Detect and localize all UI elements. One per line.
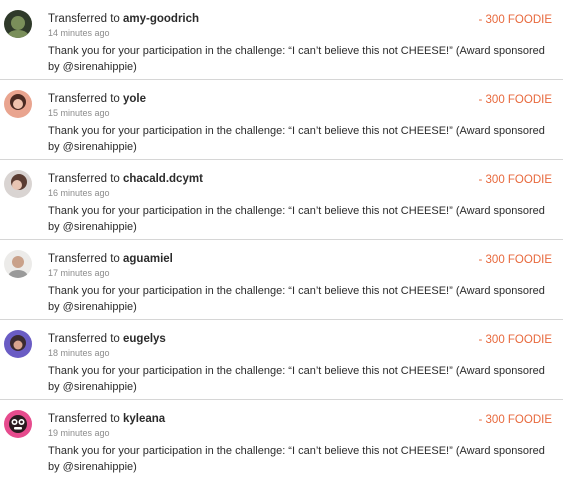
timestamp: 14 minutes ago	[48, 28, 110, 38]
avatar[interactable]	[4, 10, 32, 38]
transfer-list: Transferred to amy-goodrich 14 minutes a…	[0, 0, 563, 480]
memo-text: Thank you for your participation in the …	[48, 285, 545, 313]
transfer-item: Transferred to eugelys 18 minutes ago Th…	[0, 320, 563, 400]
recipient-link[interactable]: chacald.dcymt	[123, 173, 203, 185]
memo-text: Thank you for your participation in the …	[48, 45, 545, 73]
avatar[interactable]	[4, 250, 32, 278]
avatar[interactable]	[4, 90, 32, 118]
amount: - 300 FOODIE	[478, 14, 553, 26]
transfer-title: Transferred to kyleana	[48, 412, 165, 426]
recipient-link[interactable]: eugelys	[123, 333, 166, 345]
timestamp: 19 minutes ago	[48, 428, 110, 438]
memo-text: Thank you for your participation in the …	[48, 205, 545, 233]
amount: - 300 FOODIE	[478, 94, 553, 106]
memo-text: Thank you for your participation in the …	[48, 125, 545, 153]
timestamp: 18 minutes ago	[48, 348, 110, 358]
transfer-title: Transferred to eugelys	[48, 332, 166, 346]
transfer-prefix: Transferred to	[48, 173, 120, 185]
transfer-title: Transferred to aguamiel	[48, 252, 173, 266]
transfer-item: Transferred to amy-goodrich 14 minutes a…	[0, 0, 563, 80]
transfer-prefix: Transferred to	[48, 93, 120, 105]
timestamp: 15 minutes ago	[48, 108, 110, 118]
transfer-title: Transferred to amy-goodrich	[48, 12, 199, 26]
timestamp: 17 minutes ago	[48, 268, 110, 278]
avatar[interactable]	[4, 330, 32, 358]
transfer-prefix: Transferred to	[48, 13, 120, 25]
transfer-item: Transferred to yole 15 minutes ago Thank…	[0, 80, 563, 160]
recipient-link[interactable]: aguamiel	[123, 253, 173, 265]
recipient-link[interactable]: yole	[123, 93, 146, 105]
transfer-title: Transferred to chacald.dcymt	[48, 172, 203, 186]
avatar[interactable]	[4, 410, 32, 438]
transfer-prefix: Transferred to	[48, 413, 120, 425]
transfer-prefix: Transferred to	[48, 253, 120, 265]
recipient-link[interactable]: amy-goodrich	[123, 13, 199, 25]
amount: - 300 FOODIE	[478, 334, 553, 346]
amount: - 300 FOODIE	[478, 254, 553, 266]
transfer-item: Transferred to aguamiel 17 minutes ago T…	[0, 240, 563, 320]
transfer-prefix: Transferred to	[48, 333, 120, 345]
memo-text: Thank you for your participation in the …	[48, 365, 545, 393]
transfer-item: Transferred to kyleana 19 minutes ago Th…	[0, 400, 563, 480]
transfer-title: Transferred to yole	[48, 92, 146, 106]
memo-text: Thank you for your participation in the …	[48, 445, 545, 473]
timestamp: 16 minutes ago	[48, 188, 110, 198]
transfer-item: Transferred to chacald.dcymt 16 minutes …	[0, 160, 563, 240]
amount: - 300 FOODIE	[478, 414, 553, 426]
amount: - 300 FOODIE	[478, 174, 553, 186]
recipient-link[interactable]: kyleana	[123, 413, 165, 425]
avatar[interactable]	[4, 170, 32, 198]
